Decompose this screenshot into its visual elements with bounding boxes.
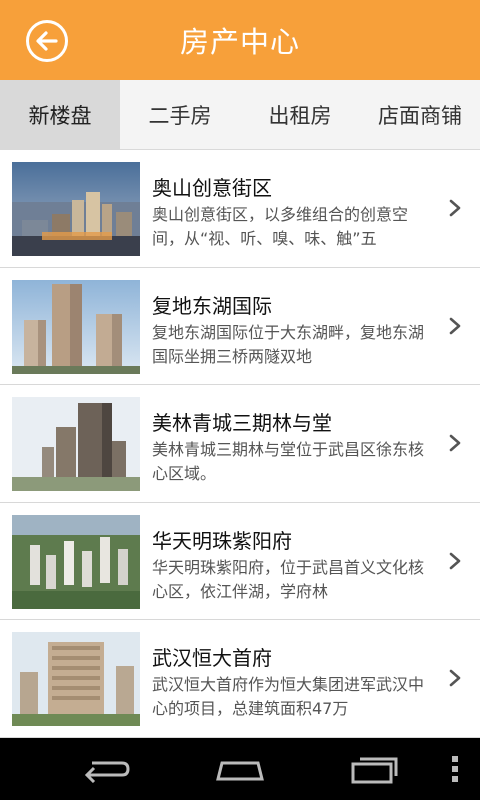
listing-description: 奥山创意街区，以多维组合的创意空间，从“视、听、嗅、味、触”五 [152, 205, 409, 248]
listing-thumbnail [12, 514, 140, 609]
tab-new-homes[interactable]: 新楼盘 [0, 80, 120, 149]
listing-title: 美林青城三期林与堂 [152, 411, 332, 435]
list-item[interactable]: 武汉恒大首府 武汉恒大首府作为恒大集团进军武汉中心的项目，总建筑面积47万 [0, 620, 480, 738]
listing-description: 武汉恒大首府作为恒大集团进军武汉中心的项目，总建筑面积47万 [152, 675, 425, 718]
listing-title: 武汉恒大首府 [152, 646, 272, 670]
back-button[interactable] [26, 20, 68, 62]
nav-home-button[interactable] [204, 738, 276, 800]
nav-back-icon [84, 761, 130, 783]
nav-home-icon [216, 761, 264, 781]
tab-shops[interactable]: 店面商铺 [360, 80, 480, 149]
back-arrow-icon [36, 31, 58, 51]
chevron-right-icon [448, 316, 462, 336]
tab-second-hand[interactable]: 二手房 [120, 80, 240, 149]
listing-thumbnail [12, 162, 140, 256]
list-item[interactable]: 美林青城三期林与堂 美林青城三期林与堂位于武昌区徐东核心区域。 [0, 385, 480, 503]
listing-description: 华天明珠紫阳府，位于武昌首义文化核心区，依江伴湖，学府林 [152, 557, 425, 601]
chevron-right-icon [448, 551, 462, 571]
tab-rentals[interactable]: 出租房 [240, 80, 360, 149]
listing-description: 美林青城三期林与堂位于武昌区徐东核心区域。 [152, 440, 425, 483]
listing-list: 奥山创意街区 奥山创意街区，以多维组合的创意空间，从“视、听、嗅、味、触”五 复… [0, 150, 480, 738]
listing-title: 奥山创意街区 [152, 176, 272, 200]
listing-thumbnail [12, 397, 140, 491]
app-header: 房产中心 [0, 0, 480, 80]
listing-title: 复地东湖国际 [152, 293, 272, 318]
system-navigation-bar [0, 738, 480, 800]
listing-description: 复地东湖国际位于大东湖畔，复地东湖国际坐拥三桥两隧双地 [152, 322, 425, 366]
page-title: 房产中心 [179, 25, 300, 59]
listing-title: 华天明珠紫阳府 [152, 528, 292, 553]
list-item[interactable]: 复地东湖国际 复地东湖国际位于大东湖畔，复地东湖国际坐拥三桥两隧双地 [0, 267, 480, 385]
list-item[interactable]: 华天明珠紫阳府 华天明珠紫阳府，位于武昌首义文化核心区，依江伴湖，学府林 [0, 502, 480, 620]
chevron-right-icon [448, 433, 462, 453]
nav-recent-apps-button[interactable] [338, 738, 410, 800]
nav-back-button[interactable] [70, 738, 142, 800]
overflow-menu-icon [452, 756, 458, 782]
nav-recent-apps-icon [351, 757, 398, 784]
app-screen: 房产中心 新楼盘 二手房 出租房 店面商铺 奥山创意街区 奥山创意街区，以多维组… [0, 0, 480, 800]
chevron-right-icon [448, 668, 462, 688]
list-item[interactable]: 奥山创意街区 奥山创意街区，以多维组合的创意空间，从“视、听、嗅、味、触”五 [0, 150, 480, 268]
category-tabs: 新楼盘 二手房 出租房 店面商铺 [0, 80, 480, 150]
listing-thumbnail [12, 279, 140, 374]
listing-thumbnail [12, 632, 140, 726]
overflow-menu-button[interactable] [440, 738, 470, 800]
chevron-right-icon [448, 198, 462, 218]
